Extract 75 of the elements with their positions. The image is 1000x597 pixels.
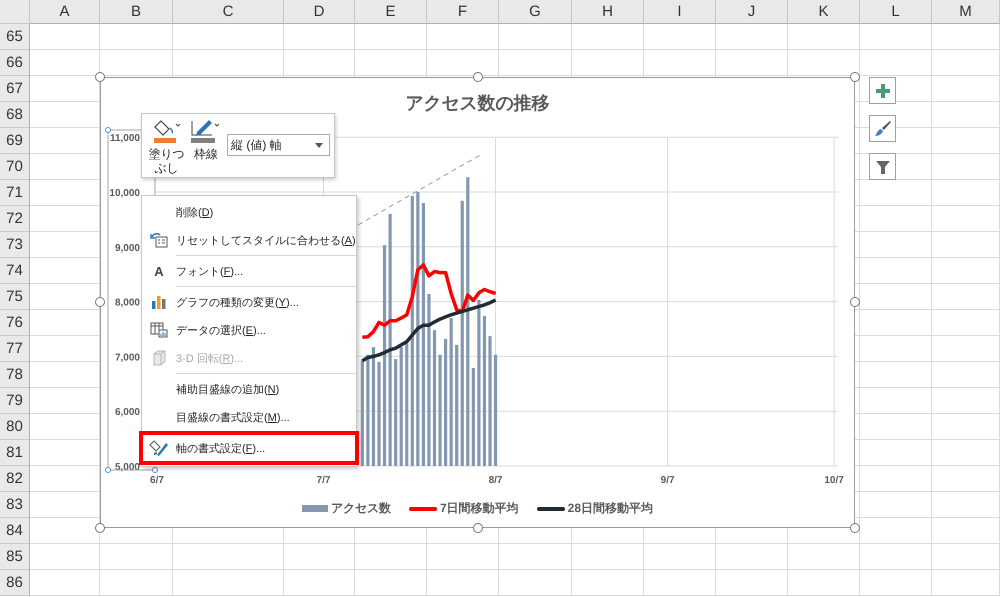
- legend-label: アクセス数: [330, 500, 391, 517]
- axis-label: 6,000: [114, 407, 140, 418]
- row-header[interactable]: 77: [0, 336, 30, 362]
- font-icon: A: [154, 264, 164, 278]
- axis-label: 6/7: [150, 475, 164, 486]
- column-header[interactable]: L: [860, 0, 932, 24]
- column-header[interactable]: K: [788, 0, 860, 24]
- row-header[interactable]: 74: [0, 258, 30, 284]
- row-header[interactable]: 67: [0, 76, 30, 102]
- column-header[interactable]: F: [427, 0, 499, 24]
- row-header[interactable]: 84: [0, 518, 30, 544]
- axis-label: 8/7: [488, 475, 502, 486]
- row-header[interactable]: 71: [0, 180, 30, 206]
- row-header[interactable]: 79: [0, 388, 30, 414]
- brush-icon: [874, 120, 892, 138]
- menu-item[interactable]: データの選択(E)...: [142, 316, 356, 344]
- row-header[interactable]: 78: [0, 362, 30, 388]
- axis-label: 8,000: [114, 298, 140, 309]
- axis-label: 7,000: [114, 352, 140, 364]
- table-icon: [150, 322, 168, 338]
- fill-button[interactable]: 塗りつぶし: [148, 118, 185, 176]
- element-dropdown[interactable]: 縦 (値) 軸: [227, 134, 330, 156]
- row-header[interactable]: 83: [0, 492, 30, 518]
- row-header[interactable]: 86: [0, 570, 30, 596]
- chart-title: アクセス数の推移: [406, 92, 550, 115]
- row-header[interactable]: 70: [0, 154, 30, 180]
- row-header[interactable]: 85: [0, 544, 30, 570]
- menu-item[interactable]: 補助目盛線の追加(N): [142, 375, 356, 403]
- column-header[interactable]: J: [716, 0, 788, 24]
- add-element-button[interactable]: [869, 77, 896, 104]
- column-header[interactable]: G: [499, 0, 572, 24]
- row-header[interactable]: 65: [0, 24, 30, 50]
- column-header[interactable]: B: [100, 0, 173, 24]
- column-header[interactable]: I: [644, 0, 716, 24]
- axis-label: 7/7: [316, 475, 330, 486]
- menu-item[interactable]: グラフの種類の変更(Y)...: [142, 288, 356, 316]
- column-header[interactable]: C: [173, 0, 284, 24]
- menu-item[interactable]: 目盛線の書式設定(M)...: [142, 403, 356, 431]
- row-header[interactable]: 75: [0, 284, 30, 310]
- cube-icon: [151, 350, 167, 366]
- row-header[interactable]: 72: [0, 206, 30, 232]
- axis-label: 10,000: [109, 188, 140, 199]
- axis-label: 10/7: [824, 475, 844, 486]
- paint-bucket-icon: [152, 118, 182, 144]
- legend-label: 28日間移動平均: [568, 500, 654, 517]
- menu-item[interactable]: A フォント(F)...: [142, 257, 356, 285]
- column-header[interactable]: A: [30, 0, 100, 24]
- row-header[interactable]: 82: [0, 466, 30, 492]
- row-header[interactable]: 69: [0, 128, 30, 154]
- row-header[interactable]: 68: [0, 102, 30, 128]
- plus-icon: [874, 82, 890, 98]
- row-header[interactable]: 81: [0, 440, 30, 466]
- row-header[interactable]: 76: [0, 310, 30, 336]
- row-header[interactable]: 73: [0, 232, 30, 258]
- axis-label: 9,000: [114, 242, 140, 254]
- row-header[interactable]: 66: [0, 50, 30, 76]
- column-header[interactable]: M: [932, 0, 1000, 24]
- caret-icon: [315, 142, 323, 148]
- menu-item[interactable]: 軸の書式設定(F)...: [142, 434, 356, 462]
- column-header[interactable]: D: [284, 0, 355, 24]
- row-header[interactable]: 80: [0, 414, 30, 440]
- axis-label: 11,000: [110, 133, 140, 144]
- outline-button[interactable]: 枠線: [189, 118, 223, 162]
- menu-item[interactable]: リセットしてスタイルに合わせる(A): [142, 226, 356, 254]
- paint-bucket-icon: [149, 439, 169, 457]
- filter-button[interactable]: [869, 153, 896, 180]
- bar-chart-icon: [151, 295, 167, 309]
- legend-label: 7日間移動平均: [440, 500, 519, 517]
- menu-item[interactable]: 削除(D): [142, 198, 356, 226]
- filter-icon: [874, 158, 890, 174]
- column-header[interactable]: E: [355, 0, 427, 24]
- column-header[interactable]: H: [572, 0, 644, 24]
- chart-style-button[interactable]: [869, 115, 896, 142]
- reset-icon: [150, 232, 168, 248]
- axis-label: 9/7: [660, 475, 675, 486]
